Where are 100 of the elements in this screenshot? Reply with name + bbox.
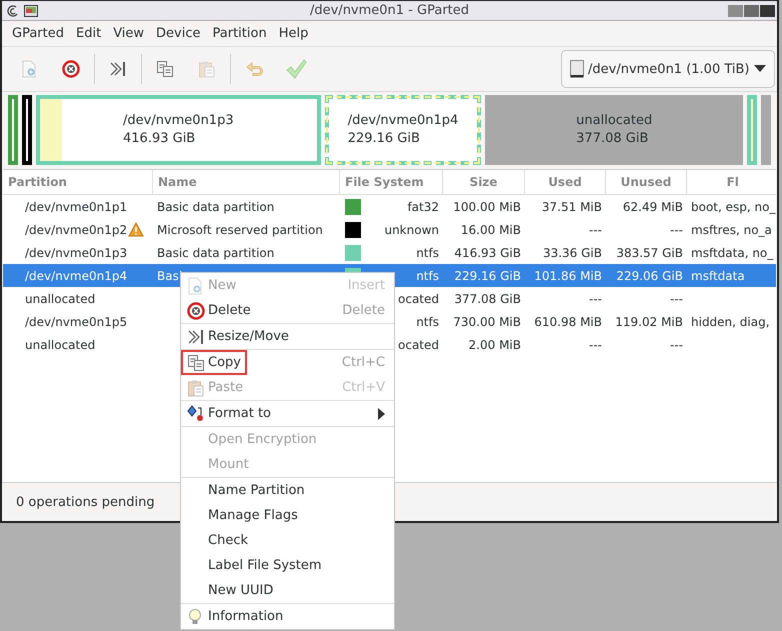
checkmark-icon [285,58,307,80]
name-cell: Basic data partition [157,200,274,214]
unused-cell: 383.57 GiB [616,246,683,260]
unused-cell: --- [670,292,683,306]
flags-cell: msftdata, no_ [691,246,774,260]
partition-cell[interactable]: /dev/nvme0n1p4 [3,264,153,287]
menu-item[interactable]: Delete Delete [181,298,394,323]
status-text: 0 operations pending [16,494,155,510]
menu-label: Format to [208,406,272,421]
menu-label: Paste [208,380,244,395]
menu-label: Mount [208,457,250,472]
paste-icon [198,60,216,78]
menu-item[interactable]: Copy Ctrl+C [181,350,394,375]
partition-size: 377.08 GiB [576,130,650,148]
menu-label: Delete [208,303,252,318]
flags-cell: msftres, no_a [691,222,772,236]
menu-item[interactable]: GParted [6,26,70,41]
menu-item[interactable]: Check [181,528,394,553]
used-cell: 37.51 MiB [542,200,602,214]
menu-item[interactable]: Name Partition [181,478,394,503]
partition-block[interactable]: /dev/nvme0n1p3 416.93 GiB [36,95,321,165]
partition-cell[interactable]: /dev/nvme0n1p2 [3,218,153,241]
window-title: /dev/nvme0n1 - GParted [310,3,470,18]
used-cell: --- [589,338,602,352]
submenu-arrow-icon [378,408,385,420]
name-cell: Microsoft reserved partition [157,222,323,236]
maximize-button[interactable] [744,4,759,16]
resize-icon [187,328,205,346]
menu-item[interactable]: View [107,26,150,41]
menu-label: Name Partition [208,483,306,498]
menu-label: Copy [208,355,242,370]
shortcut-text: Ctrl+C [342,355,385,370]
new-file-icon [187,276,203,294]
partition-cell[interactable]: /dev/nvme0n1p1 [3,195,153,218]
partition-label: /dev/nvme0n1p4 [348,112,458,130]
used-cell: 101.86 MiB [534,268,602,282]
menu-label: Label File System [208,558,323,573]
partition-block[interactable] [22,95,32,165]
unused-cell: 62.49 MiB [622,200,683,214]
menu-item[interactable]: Device [150,26,207,41]
size-cell: 730.00 MiB [453,314,521,328]
shortcut-text: Insert [348,278,385,293]
device-selector[interactable]: /dev/nvme0n1 (1.00 TiB) [561,50,775,88]
size-cell: 16.00 MiB [460,222,521,236]
undo-icon [244,60,264,78]
partition-cell[interactable]: /dev/nvme0n1p5 [3,310,153,333]
close-button[interactable] [760,4,775,16]
partition-cell[interactable]: unallocated [3,333,153,356]
used-cell: 33.36 GiB [542,246,602,260]
menu-item[interactable]: Label File System [181,553,394,578]
unused-cell: 119.02 MiB [615,314,683,328]
file-system-cell: unknown [384,222,439,236]
partition-cell[interactable]: /dev/nvme0n1p3 [3,241,153,264]
file-system-cell: ocated [398,338,439,352]
file-system-cell: ntfs [416,268,439,282]
copy-icon [156,60,174,78]
menu-label: Information [208,609,284,624]
partition-size: 229.16 GiB [348,130,421,148]
menu-item[interactable]: New UUID [181,578,394,603]
menu-item[interactable]: Format to [181,401,394,426]
partition-label: unallocated [576,112,652,130]
size-cell: 2.00 MiB [468,338,521,352]
partition-cell[interactable]: unallocated [3,287,153,310]
file-system-cell: ntfs [416,314,439,328]
file-system-cell: ntfs [416,246,439,260]
paste-icon [187,378,205,396]
unused-cell: 229.06 GiB [616,268,683,282]
menu-item[interactable]: Manage Flags [181,503,394,528]
flags-cell: msftdata [691,268,745,282]
partition-block[interactable]: /dev/nvme0n1p4 229.16 GiB [324,95,482,165]
used-cell: 610.98 MiB [534,314,602,328]
menu-item[interactable]: Information [181,604,394,629]
flags-cell: hidden, diag, [691,314,770,328]
menu-label: Open Encryption [208,432,318,447]
shortcut-text: Ctrl+V [342,380,385,395]
unallocated-block[interactable]: unallocated 377.08 GiB [485,95,744,165]
partition-size: 416.93 GiB [123,130,196,148]
resize-icon [109,60,127,78]
menu-item[interactable]: Resize/Move [181,324,394,349]
minimize-button[interactable] [728,4,743,16]
app-icon[interactable] [24,4,38,16]
dropdown-arrow-icon [754,65,766,73]
partition-label: /dev/nvme0n1p3 [123,112,234,130]
menu-label: Check [208,533,249,548]
size-cell: 416.93 GiB [454,246,521,260]
menu-item[interactable]: Partition [206,26,273,41]
file-system-cell: ocated [398,292,439,306]
unused-cell: --- [670,338,683,352]
swirl-icon[interactable] [6,4,20,18]
size-cell: 377.08 GiB [454,292,521,306]
file-system-cell: fat32 [407,200,439,214]
copy-icon [187,354,205,372]
size-cell: 229.16 GiB [454,268,521,282]
menu-label: Resize/Move [208,329,290,344]
size-cell: 100.00 MiB [453,200,521,214]
name-cell: Basic data partition [157,246,274,260]
format-icon [187,404,205,422]
menu-item[interactable]: Help [272,26,314,41]
menu-item[interactable]: Edit [70,26,108,41]
used-cell: --- [589,222,602,236]
